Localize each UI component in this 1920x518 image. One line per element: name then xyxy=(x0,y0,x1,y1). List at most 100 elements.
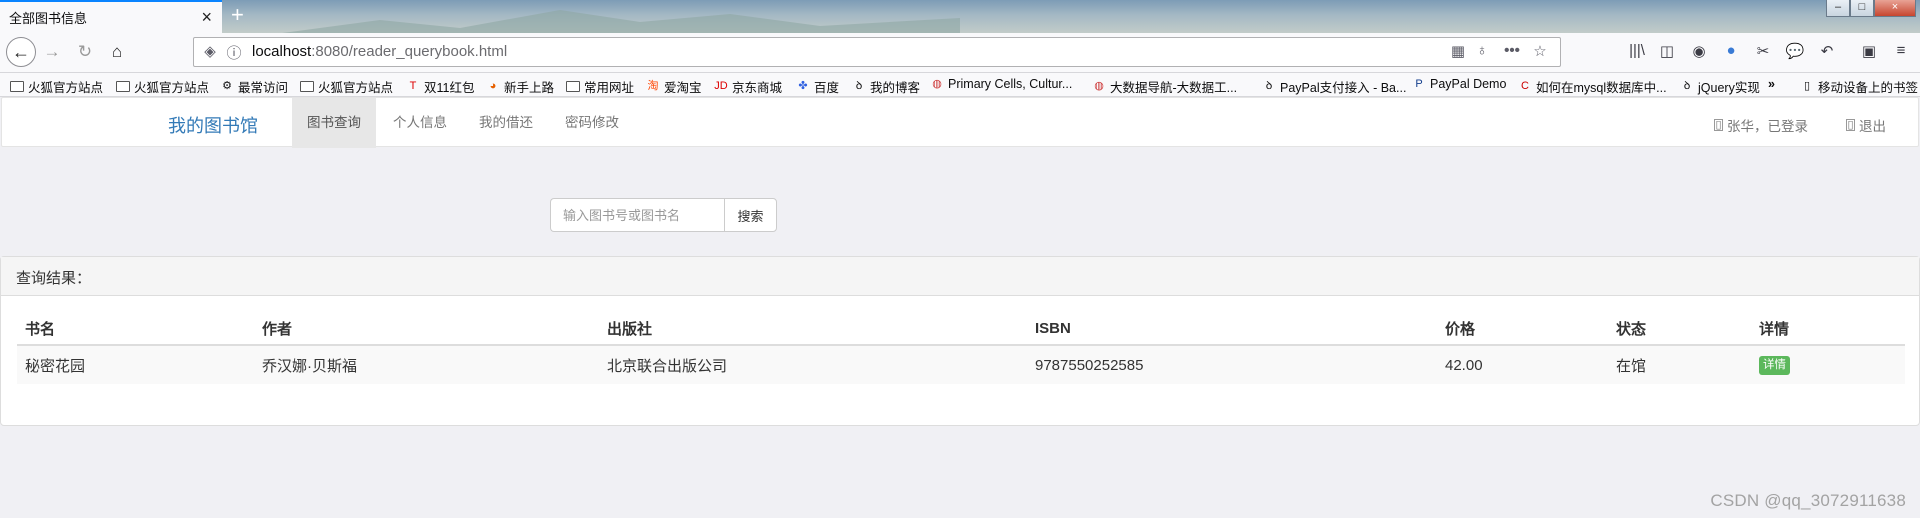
search-form: 搜索 xyxy=(550,198,777,232)
window-controls: – □ × xyxy=(1826,0,1916,17)
menu-icon[interactable]: ≡ xyxy=(1890,42,1912,59)
blog-icon: ꝺ xyxy=(1683,80,1691,92)
forward-icon[interactable]: → xyxy=(41,41,63,63)
logout-link[interactable]: ▯ 退出 xyxy=(1846,115,1886,135)
bookmark-label: 移动设备上的书签 xyxy=(1818,81,1919,95)
bookmark-label: 火狐官方站点 xyxy=(134,81,210,95)
bookmark-item[interactable]: JD 京东商城 xyxy=(714,77,782,96)
csdn-icon: C xyxy=(1521,80,1529,92)
account-icon[interactable]: ◉ xyxy=(1688,42,1710,60)
nav-book-query[interactable]: 图书查询 xyxy=(292,98,376,148)
bookmark-label: 京东商城 xyxy=(732,81,783,95)
minimize-icon[interactable]: – xyxy=(1826,0,1850,17)
taobao-icon: 淘 xyxy=(647,80,659,92)
chat-icon[interactable]: 💬 xyxy=(1784,42,1806,60)
screenshot-icon[interactable]: ✂ xyxy=(1752,42,1774,60)
site-navbar: 我的图书馆 图书查询 个人信息 我的借还 密码修改 ▯ 张华，已登录 ▯ 退出 xyxy=(1,97,1919,148)
search-button[interactable]: 搜索 xyxy=(724,198,777,232)
nav-change-password[interactable]: 密码修改 xyxy=(550,98,634,148)
bookmark-label: 双11红包 xyxy=(424,81,475,95)
results-table: 书名 作者 出版社 ISBN 价格 状态 详情 秘密花园 乔汉娜·贝斯福 北京联… xyxy=(17,312,1905,384)
bookmark-item[interactable]: ꝺ PayPal支付接入 - Ba... xyxy=(1262,77,1407,96)
bookmark-item[interactable]: 淘爱淘宝 xyxy=(646,77,702,96)
back-icon[interactable]: ← xyxy=(6,37,36,67)
extensions-icon[interactable]: ▣ xyxy=(1858,42,1880,60)
bookmark-item[interactable]: ꝺ jQuery实现 xyxy=(1680,77,1760,96)
logout-icon: ▯ xyxy=(1846,119,1855,131)
col-header-price: 价格 xyxy=(1437,312,1608,346)
bookmark-label: Primary Cells, Cultur... xyxy=(948,77,1073,91)
bookmark-item[interactable]: 常用网址 xyxy=(566,77,634,96)
gear-icon: ⚙ xyxy=(222,80,232,92)
bookmark-label: 火狐官方站点 xyxy=(318,81,394,95)
window-close-icon[interactable]: × xyxy=(1874,0,1916,17)
table-row: 秘密花园 乔汉娜·贝斯福 北京联合出版公司 9787550252585 42.0… xyxy=(17,345,1905,384)
firefox-icon: ◕ xyxy=(489,80,497,92)
bookmark-item[interactable]: ◍ Primary Cells, Cultur... xyxy=(930,77,1072,91)
undo-icon[interactable]: ↶ xyxy=(1816,42,1838,60)
bookmark-item[interactable]: 火狐官方站点 xyxy=(10,77,103,96)
bookmark-item[interactable]: ◕ 新手上路 xyxy=(486,77,554,96)
user-icon: ▯ xyxy=(1714,119,1723,131)
globe-icon[interactable]: ● xyxy=(1720,42,1742,59)
bookmark-label: 百度 xyxy=(814,81,840,95)
bookmark-item[interactable]: 火狐官方站点 xyxy=(116,77,209,96)
close-tab-icon[interactable]: × xyxy=(201,8,212,26)
reload-icon[interactable]: ↻ xyxy=(74,41,96,63)
user-status[interactable]: ▯ 张华，已登录 xyxy=(1714,115,1808,135)
cell-publisher: 北京联合出版公司 xyxy=(599,345,1027,384)
site-icon: ◍ xyxy=(932,77,942,90)
folder-icon xyxy=(566,81,580,92)
bookmark-item[interactable]: ꝺ 我的博客 xyxy=(852,77,920,96)
bookmarks-bar: 火狐官方站点 火狐官方站点 ⚙ 最常访问 火狐官方站点 T 双11红包 ◕ 新手上路 常用网址淘爱… xyxy=(0,73,1920,97)
bookmark-item[interactable]: 火狐官方站点 xyxy=(300,77,393,96)
site-brand[interactable]: 我的图书馆 xyxy=(168,112,258,138)
site-info-icon[interactable]: ⓘ xyxy=(224,42,244,63)
bookmark-label: PayPal支付接入 - Ba... xyxy=(1280,81,1407,95)
bookmarks-overflow-icon[interactable]: » xyxy=(1768,77,1775,91)
logout-label: 退出 xyxy=(1859,119,1886,134)
col-header-status: 状态 xyxy=(1608,312,1751,346)
nav-personal-info[interactable]: 个人信息 xyxy=(378,98,462,148)
bookmark-label: 最常访问 xyxy=(238,81,289,95)
cell-author: 乔汉娜·贝斯福 xyxy=(254,345,599,384)
col-header-isbn: ISBN xyxy=(1027,312,1437,346)
results-panel: 查询结果： 书名 作者 出版社 ISBN 价格 状态 详情 秘密花园 乔汉娜·贝… xyxy=(0,256,1920,426)
bookmark-label: 火狐官方站点 xyxy=(28,81,104,95)
tracking-shield-icon[interactable]: ◈ xyxy=(200,42,220,60)
bookmark-label: 新手上路 xyxy=(504,81,555,95)
bookmark-item[interactable]: P PayPal Demo xyxy=(1412,77,1506,91)
watermark: CSDN @qq_3072911638 xyxy=(1710,491,1906,510)
url-text[interactable]: localhost:8080/reader_querybook.html xyxy=(252,43,507,60)
bookmark-label: 爱淘宝 xyxy=(664,81,702,95)
folder-icon xyxy=(116,81,130,92)
nav-my-borrowing[interactable]: 我的借还 xyxy=(464,98,548,148)
bookmark-item[interactable]: ◍ 大数据导航-大数据工... xyxy=(1092,77,1237,96)
blog-icon: ꝺ xyxy=(1265,80,1273,92)
mobile-icon: ▯ xyxy=(1803,80,1811,92)
maximize-icon[interactable]: □ xyxy=(1850,0,1874,17)
more-actions-icon[interactable]: ••• xyxy=(1502,42,1522,59)
url-bar[interactable]: ◈ ⓘ localhost:8080/reader_querybook.html… xyxy=(193,37,1561,67)
bookmark-label: 常用网址 xyxy=(584,81,635,95)
sidebar-icon[interactable]: ◫ xyxy=(1656,42,1678,60)
bookmark-label: PayPal Demo xyxy=(1430,77,1507,91)
bookmark-label: jQuery实现 xyxy=(1698,81,1760,95)
bookmark-item[interactable]: T 双11红包 xyxy=(406,77,475,96)
tab-active[interactable]: 全部图书信息 × xyxy=(0,0,222,33)
lightbulb-icon[interactable]: ♁ xyxy=(1472,42,1492,59)
search-input[interactable] xyxy=(550,198,724,232)
library-icon[interactable]: |||\ xyxy=(1626,42,1648,59)
bookmark-item[interactable]: C 如何在mysql数据库中... xyxy=(1518,77,1667,96)
bookmark-item[interactable]: ⚙ 最常访问 xyxy=(220,77,288,96)
background-scenery xyxy=(282,10,960,33)
bookmark-star-icon[interactable]: ☆ xyxy=(1530,42,1550,60)
cell-price: 42.00 xyxy=(1437,345,1608,384)
bookmark-item[interactable]: ▯ 移动设备上的书签 xyxy=(1800,77,1918,96)
detail-button[interactable]: 详情 xyxy=(1759,356,1790,375)
home-icon[interactable]: ⌂ xyxy=(106,41,128,63)
qr-code-icon[interactable]: ▦ xyxy=(1448,42,1468,60)
tab-title: 全部图书信息 xyxy=(9,11,88,26)
new-tab-icon[interactable]: + xyxy=(231,3,244,27)
bookmark-item[interactable]: ✤ 百度 xyxy=(796,77,839,96)
